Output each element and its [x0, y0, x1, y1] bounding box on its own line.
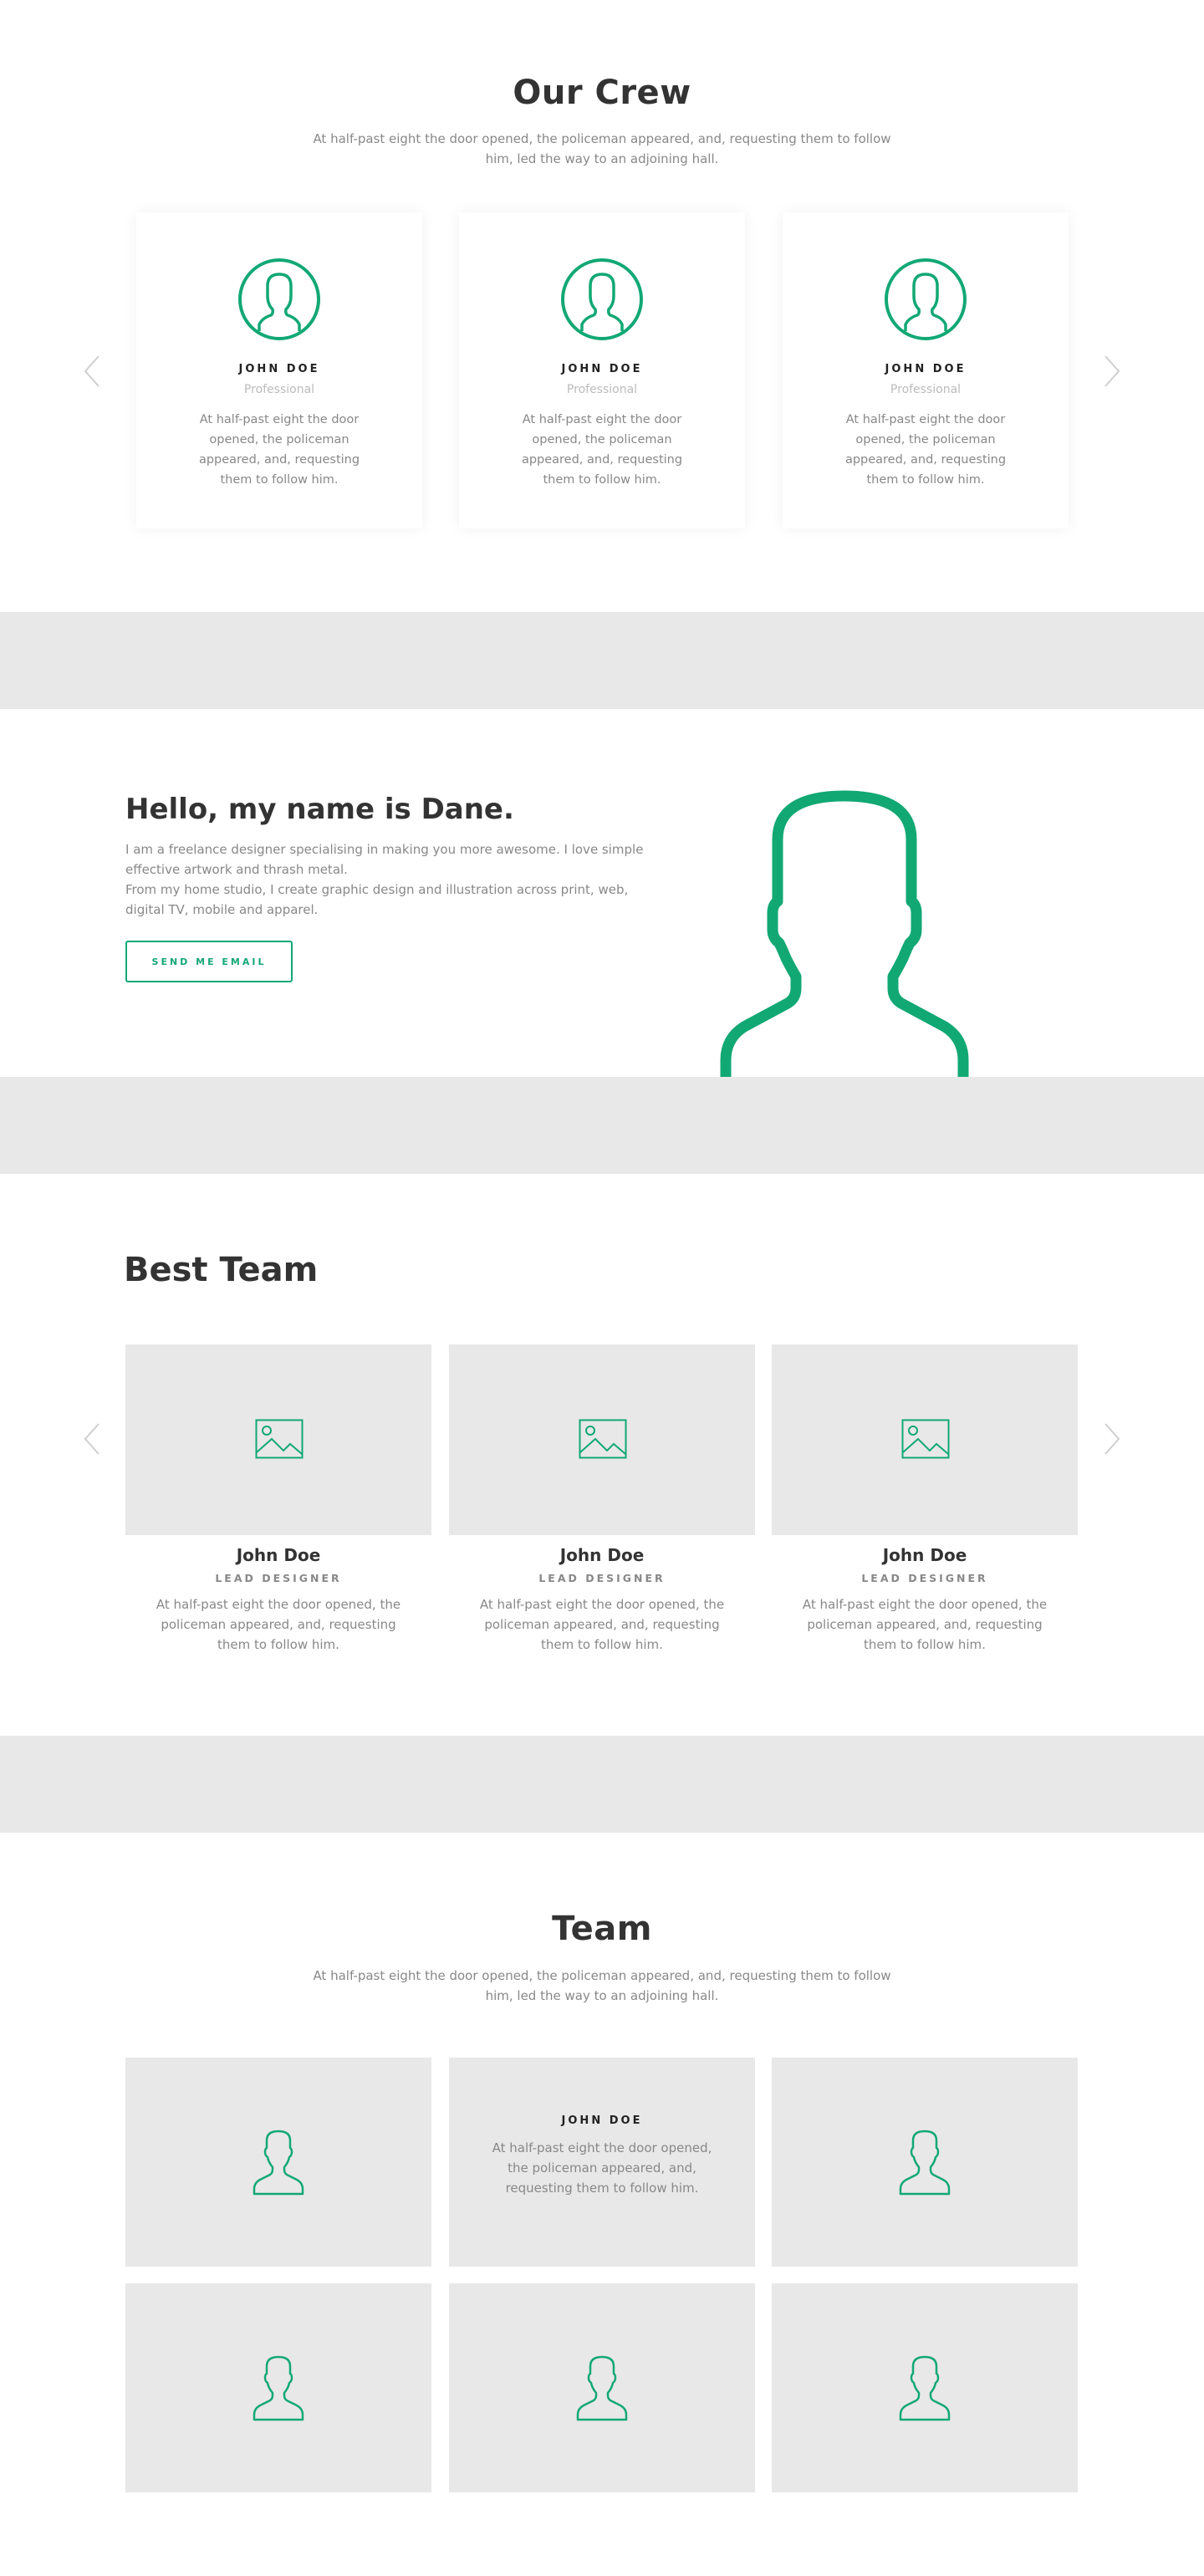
- team-member-name: JOHN DOE: [561, 2114, 643, 2127]
- crew-member-role: Professional: [243, 383, 315, 396]
- best-team-section: Best Team John Doe LEAD DESIGNER At half…: [0, 1174, 1204, 1736]
- image-placeholder-icon: [579, 1419, 627, 1459]
- member-role: LEAD DESIGNER: [861, 1572, 988, 1584]
- member-role: LEAD DESIGNER: [215, 1572, 342, 1584]
- member-name: John Doe: [882, 1545, 967, 1565]
- crew-member-name: JOHN DOE: [238, 363, 320, 375]
- crew-next-arrow[interactable]: [1102, 355, 1122, 388]
- member-name: John Doe: [559, 1545, 645, 1565]
- crew-member-name: JOHN DOE: [885, 363, 967, 375]
- crew-description: At half-past eight the door opened, the …: [313, 131, 891, 166]
- team-member-card: John Doe LEAD DESIGNER At half-past eigh…: [449, 1344, 755, 1655]
- crew-card: JOHN DOE Professional At half-past eight…: [459, 212, 745, 528]
- crew-member-role: Professional: [890, 383, 962, 396]
- team-grid-cell[interactable]: [449, 2283, 755, 2492]
- intro-paragraph: I am a freelance designer specialising i…: [125, 842, 644, 877]
- chevron-left-icon: [84, 1423, 99, 1455]
- intro-section: Hello, my name is Dane. I am a freelance…: [0, 709, 1204, 1077]
- team-grid-cell[interactable]: [125, 2283, 431, 2492]
- image-placeholder-icon: [901, 1419, 950, 1459]
- crew-member-text: At half-past eight the door opened, the …: [521, 413, 683, 487]
- intro-paragraph: From my home studio, I create graphic de…: [125, 882, 629, 917]
- section-divider-band: [0, 1077, 1204, 1174]
- team-grid-cell-hover[interactable]: JOHN DOE At half-past eight the door ope…: [449, 2058, 755, 2267]
- team-title: Team: [552, 1910, 652, 1948]
- crew-member-text: At half-past eight the door opened, the …: [844, 413, 1007, 487]
- chevron-right-icon: [1105, 355, 1120, 387]
- team-description: At half-past eight the door opened, the …: [313, 1968, 891, 2003]
- crew-title: Our Crew: [513, 74, 691, 112]
- user-circle-icon: [885, 258, 967, 340]
- user-circle-icon: [238, 258, 320, 340]
- chevron-left-icon: [84, 355, 99, 387]
- member-photo-placeholder: [125, 1344, 431, 1535]
- person-outline-icon: [576, 2355, 628, 2421]
- team-section: Team At half-past eight the door opened,…: [0, 1833, 1204, 2576]
- send-email-button[interactable]: SEND ME EMAIL: [125, 941, 293, 982]
- user-circle-icon: [561, 258, 643, 340]
- intro-title: Hello, my name is Dane.: [125, 793, 514, 826]
- member-photo-placeholder: [772, 1344, 1078, 1535]
- member-text: At half-past eight the door opened, the …: [156, 1597, 401, 1652]
- team-member-card: John Doe LEAD DESIGNER At half-past eigh…: [772, 1344, 1078, 1655]
- crew-card: JOHN DOE Professional At half-past eight…: [136, 212, 422, 528]
- image-placeholder-icon: [255, 1419, 304, 1459]
- team-grid-cell[interactable]: [125, 2058, 431, 2267]
- section-divider-band: [0, 1736, 1204, 1833]
- person-silhouette-icon: [720, 790, 969, 1077]
- person-outline-icon: [899, 2130, 951, 2196]
- member-photo-placeholder: [449, 1344, 755, 1535]
- member-role: LEAD DESIGNER: [538, 1572, 666, 1584]
- team-grid-cell[interactable]: [772, 2058, 1078, 2267]
- member-text: At half-past eight the door opened, the …: [802, 1597, 1048, 1652]
- crew-member-role: Professional: [566, 383, 638, 396]
- chevron-right-icon: [1105, 1423, 1120, 1455]
- person-outline-icon: [253, 2355, 304, 2421]
- crew-card: JOHN DOE Professional At half-past eight…: [783, 212, 1069, 528]
- best-team-prev-arrow[interactable]: [82, 1422, 102, 1456]
- person-outline-icon: [253, 2130, 304, 2196]
- crew-member-name: JOHN DOE: [561, 363, 643, 375]
- team-grid-cell[interactable]: [772, 2283, 1078, 2492]
- best-team-next-arrow[interactable]: [1102, 1422, 1122, 1456]
- crew-prev-arrow[interactable]: [82, 355, 102, 388]
- section-divider-band: [0, 612, 1204, 709]
- person-outline-icon: [899, 2355, 951, 2421]
- member-text: At half-past eight the door opened, the …: [479, 1597, 725, 1652]
- team-member-card: John Doe LEAD DESIGNER At half-past eigh…: [125, 1344, 431, 1655]
- team-member-text: At half-past eight the door opened, the …: [492, 2140, 712, 2196]
- best-team-title: Best Team: [124, 1251, 319, 1289]
- crew-member-text: At half-past eight the door opened, the …: [198, 413, 360, 487]
- crew-section: Our Crew At half-past eight the door ope…: [0, 0, 1204, 612]
- member-name: John Doe: [236, 1545, 321, 1565]
